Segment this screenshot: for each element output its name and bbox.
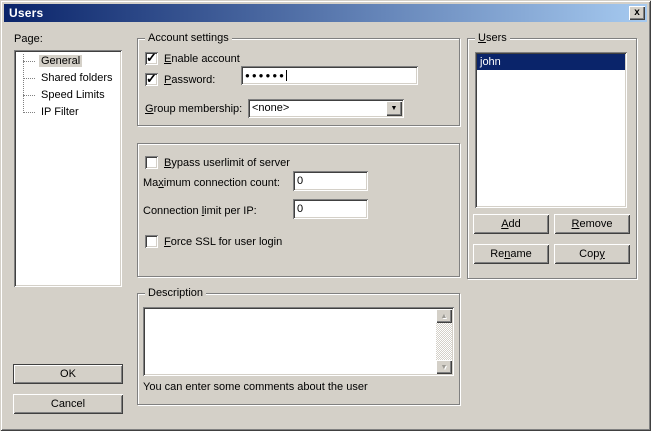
force-ssl-checkbox[interactable]: [145, 235, 158, 248]
users-group-title: Users: [475, 32, 510, 44]
arrow-up-icon: ▲: [441, 313, 448, 320]
window-title: Users: [4, 6, 43, 20]
password-label: Password:: [164, 74, 215, 86]
cancel-button[interactable]: Cancel: [13, 394, 123, 414]
combo-dropdown-button[interactable]: ▼: [386, 101, 402, 116]
close-icon: x: [634, 8, 640, 18]
close-button[interactable]: x: [629, 6, 645, 20]
description-hint: You can enter some comments about the us…: [143, 381, 368, 393]
description-textarea[interactable]: ▲ ▼: [143, 307, 454, 376]
bypass-userlimit-checkbox[interactable]: [145, 156, 158, 169]
scroll-down-button[interactable]: ▼: [436, 360, 452, 374]
ok-button[interactable]: OK: [13, 364, 123, 384]
description-title: Description: [145, 287, 206, 299]
user-list-item[interactable]: john: [477, 54, 625, 70]
enable-account-checkbox[interactable]: [145, 52, 158, 65]
tree-item-general[interactable]: General: [14, 53, 122, 70]
page-tree: General Shared folders Speed Limits IP F…: [14, 50, 122, 287]
users-dialog: Users x Page: General Shared folders Spe…: [0, 0, 651, 431]
password-checkbox[interactable]: [145, 73, 158, 86]
account-settings-title: Account settings: [145, 32, 232, 44]
ip-limit-input[interactable]: 0: [293, 199, 368, 219]
rename-button[interactable]: Rename: [473, 244, 549, 264]
page-label: Page:: [14, 33, 43, 45]
tree-item-ip-filter[interactable]: IP Filter: [14, 104, 122, 121]
add-button[interactable]: Add: [473, 214, 549, 234]
scrollbar-track[interactable]: [436, 323, 452, 360]
scroll-up-button[interactable]: ▲: [436, 309, 452, 323]
chevron-down-icon: ▼: [391, 99, 398, 118]
force-ssl-label: Force SSL for user login: [164, 236, 282, 248]
group-membership-select[interactable]: <none> ▼: [248, 99, 404, 118]
password-dots: ●●●●●●: [245, 71, 286, 80]
enable-account-label: Enable account: [164, 53, 240, 65]
tree-item-speed-limits[interactable]: Speed Limits: [14, 87, 122, 104]
tree-item-shared-folders[interactable]: Shared folders: [14, 70, 122, 87]
copy-button[interactable]: Copy: [554, 244, 630, 264]
group-membership-value: <none>: [252, 102, 289, 114]
title-bar: Users x: [4, 4, 647, 22]
bypass-userlimit-label: Bypass userlimit of server: [164, 157, 290, 169]
max-connection-label: Maximum connection count:: [143, 177, 280, 189]
group-membership-label: Group membership:: [145, 103, 242, 115]
text-caret: [286, 70, 287, 81]
description-scrollbar[interactable]: ▲ ▼: [436, 309, 452, 374]
password-input[interactable]: ●●●●●●: [241, 66, 418, 85]
max-connection-input[interactable]: 0: [293, 171, 368, 191]
users-listbox[interactable]: john: [475, 52, 627, 208]
arrow-down-icon: ▼: [441, 364, 448, 371]
remove-button[interactable]: Remove: [554, 214, 630, 234]
ip-limit-label: Connection limit per IP:: [143, 205, 257, 217]
